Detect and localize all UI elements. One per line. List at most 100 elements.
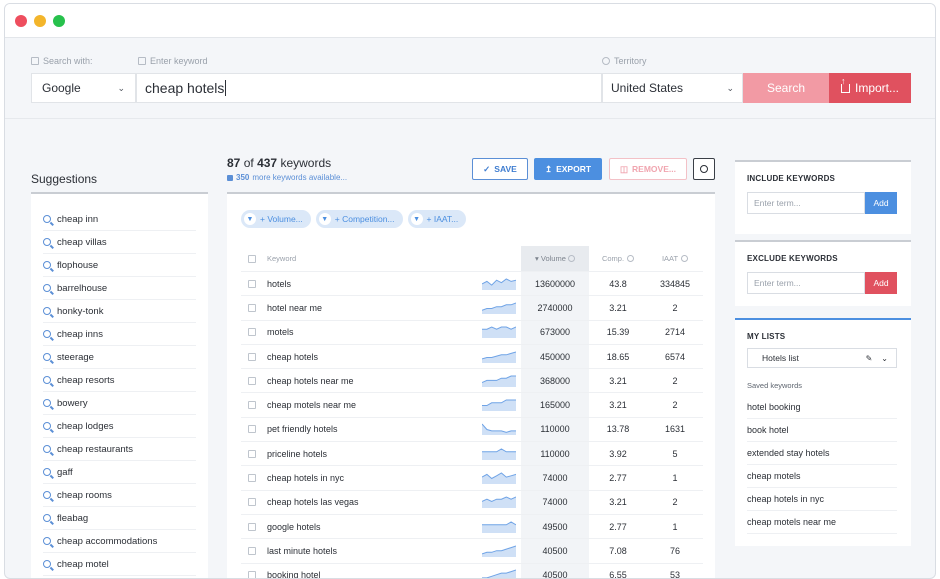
row-volume: 49500 [521, 514, 589, 539]
export-button[interactable]: ↥ EXPORT [534, 158, 602, 180]
suggestion-item[interactable]: cheap rooms [43, 484, 196, 507]
table-row[interactable]: cheap hotels in nyc 74000 2.77 1 [241, 466, 703, 491]
search-icon [43, 307, 51, 315]
filter-bar: ▼ + Volume... ▼ + Competition... ▼ + IAAT... [241, 210, 467, 228]
save-button[interactable]: ✓ SAVE [472, 158, 528, 180]
suggestion-item[interactable]: cheap motel [43, 553, 196, 576]
suggestion-item[interactable]: cheap inn [43, 208, 196, 231]
trend-sparkline [482, 545, 516, 557]
table-row[interactable]: last minute hotels 40500 7.08 76 [241, 539, 703, 564]
row-comp: 43.8 [609, 278, 627, 289]
row-checkbox[interactable] [241, 376, 263, 385]
column-keyword[interactable]: Keyword [263, 254, 477, 263]
row-volume: 74000 [521, 490, 589, 514]
saved-keyword-item[interactable]: cheap motels near me [747, 511, 897, 534]
filter-chip[interactable]: ▼ + Volume... [241, 210, 311, 228]
row-checkbox[interactable] [241, 449, 263, 458]
row-checkbox[interactable] [241, 474, 263, 483]
row-checkbox[interactable] [241, 498, 263, 507]
search-bar: Search with: Enter keyword Territory Goo… [5, 39, 935, 119]
filter-label: + IAAT... [426, 214, 459, 224]
row-volume: 110000 [521, 417, 589, 442]
row-checkbox[interactable] [241, 328, 263, 337]
row-checkbox[interactable] [241, 279, 263, 288]
minimize-window-button[interactable] [34, 15, 46, 27]
table-row[interactable]: cheap hotels near me 368000 3.21 2 [241, 369, 703, 394]
suggestion-item[interactable]: cheap villas [43, 231, 196, 254]
suggestion-item[interactable]: cheap lodges [43, 415, 196, 438]
table-row[interactable]: cheap motels near me 165000 3.21 2 [241, 393, 703, 418]
row-checkbox[interactable] [241, 303, 263, 312]
info-icon [627, 255, 635, 262]
row-checkbox[interactable] [241, 352, 263, 361]
include-term-input[interactable]: Enter term... [747, 192, 865, 214]
suggestion-item[interactable]: flophouse [43, 254, 196, 277]
table-row[interactable]: google hotels 49500 2.77 1 [241, 514, 703, 540]
row-iaat: 1631 [664, 424, 686, 435]
row-trend [477, 521, 521, 533]
exclude-term-input[interactable]: Enter term... [747, 272, 865, 294]
select-all-checkbox[interactable] [241, 254, 263, 263]
row-iaat: 2714 [664, 327, 686, 338]
remove-button[interactable]: ◫ REMOVE... [609, 158, 687, 180]
saved-keyword-item[interactable]: hotel booking [747, 396, 897, 419]
search-button[interactable]: Search [743, 73, 829, 103]
saved-keyword-item[interactable]: extended stay hotels [747, 442, 897, 465]
table-row[interactable]: pet friendly hotels 110000 13.78 1631 [241, 417, 703, 443]
include-add-button[interactable]: Add [865, 192, 897, 214]
filter-chip[interactable]: ▼ + Competition... [315, 210, 403, 228]
saved-keyword-item[interactable]: cheap motels [747, 465, 897, 488]
row-keyword: google hotels [267, 521, 321, 532]
suggestion-item[interactable]: steerage [43, 346, 196, 369]
row-trend [477, 496, 521, 509]
list-select[interactable]: Hotels list ✎ ⌄ [747, 348, 897, 368]
chevron-down-icon[interactable]: ⌄ [881, 354, 888, 363]
column-iaat[interactable]: IAAT [647, 254, 703, 263]
suggestion-label: cheap inns [57, 328, 103, 340]
suggestion-item[interactable]: cheap resorts [43, 369, 196, 392]
table-row[interactable]: hotels 13600000 43.8 334845 [241, 272, 703, 297]
row-trend [477, 399, 521, 412]
suggestion-item[interactable]: cheap accommodations [43, 530, 196, 553]
suggestion-item[interactable]: gaff [43, 461, 196, 484]
search-icon [43, 491, 51, 499]
row-comp: 3.21 [609, 400, 627, 411]
suggestion-item[interactable]: fleabag [43, 507, 196, 530]
close-window-button[interactable] [15, 15, 27, 27]
table-row[interactable]: priceline hotels 110000 3.92 5 [241, 442, 703, 467]
row-checkbox[interactable] [241, 425, 263, 434]
row-volume: 368000 [521, 369, 589, 393]
settings-button[interactable] [693, 158, 715, 180]
saved-keyword-item[interactable]: cheap hotels in nyc [747, 488, 897, 511]
maximize-window-button[interactable] [53, 15, 65, 27]
more-keywords-link[interactable]: 350 more keywords available... [227, 173, 347, 182]
engine-select[interactable]: Google ⌄ [31, 73, 136, 103]
row-checkbox[interactable] [241, 401, 263, 410]
suggestion-item[interactable]: honky-tonk [43, 300, 196, 323]
row-checkbox[interactable] [241, 546, 263, 555]
suggestion-item[interactable]: bowery [43, 392, 196, 415]
territory-select[interactable]: United States ⌄ [602, 73, 743, 103]
edit-icon[interactable]: ✎ [866, 354, 873, 363]
import-button[interactable]: Import... [829, 73, 911, 103]
table-row[interactable]: hotel near me 2740000 3.21 2 [241, 296, 703, 321]
row-trend [477, 302, 521, 314]
table-row[interactable]: motels 673000 15.39 2714 [241, 320, 703, 345]
chevron-down-icon: ⌄ [726, 82, 734, 93]
row-checkbox[interactable] [241, 522, 263, 531]
suggestion-item[interactable]: cheap restaurants [43, 438, 196, 461]
column-volume[interactable]: ▾ Volume [521, 246, 589, 271]
table-row[interactable]: booking hotel 40500 6.55 53 [241, 563, 703, 579]
keyword-input[interactable]: cheap hotels [136, 73, 602, 103]
table-row[interactable]: cheap hotels 450000 18.65 6574 [241, 344, 703, 370]
saved-keyword-item[interactable]: book hotel [747, 419, 897, 442]
row-comp: 6.55 [609, 570, 627, 579]
suggestion-item[interactable]: barrelhouse [43, 277, 196, 300]
suggestion-item[interactable]: cheap inns [43, 323, 196, 346]
filter-chip[interactable]: ▼ + IAAT... [407, 210, 467, 228]
column-comp[interactable]: Comp. [589, 254, 647, 263]
row-checkbox[interactable] [241, 571, 263, 578]
table-row[interactable]: cheap hotels las vegas 74000 3.21 2 [241, 490, 703, 515]
suggestion-label: cheap motel [57, 558, 109, 570]
exclude-add-button[interactable]: Add [865, 272, 897, 294]
